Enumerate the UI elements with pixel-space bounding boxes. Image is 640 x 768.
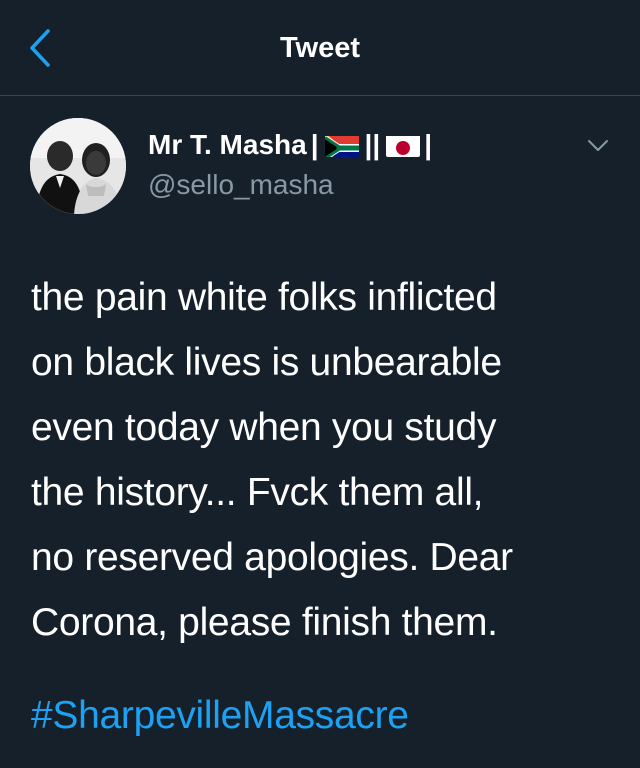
tweet-text-line: the pain white folks inflicted [31,276,497,319]
page-title: Tweet [279,32,361,64]
hashtag-link[interactable]: #SharpevilleMassacre [31,686,409,746]
tweet-detail-screen: Tweet Mr T. Masha | || | @sello_masha th… [0,0,640,768]
tweet-text-line: Corona, please finish them. [31,601,498,644]
name-separator: || [364,129,381,160]
tweet-text-line: on black lives is unbearable [31,341,502,384]
tweet-author-header: Mr T. Masha | || | @sello_masha [0,96,640,226]
tweet-text-line: the history... Fvck them all, [31,471,484,514]
japan-flag-icon [386,133,421,157]
avatar-photo [30,118,126,214]
tweet-text: the pain white folks inflicted on black … [31,265,621,655]
tweet-text-line: even today when you study [31,406,497,449]
avatar[interactable] [30,118,126,214]
name-separator: | [424,129,433,160]
chevron-down-icon [588,140,608,151]
author-handle[interactable]: @sello_masha [148,167,334,203]
name-separator: | [310,129,319,160]
south-africa-flag-icon [324,133,359,157]
display-name-text: Mr T. Masha [148,129,307,160]
author-display-name[interactable]: Mr T. Masha | || | [148,127,432,163]
more-options-button[interactable] [582,132,614,160]
nav-bar: Tweet [0,0,640,96]
tweet-text-line: no reserved apologies. Dear [31,536,513,579]
